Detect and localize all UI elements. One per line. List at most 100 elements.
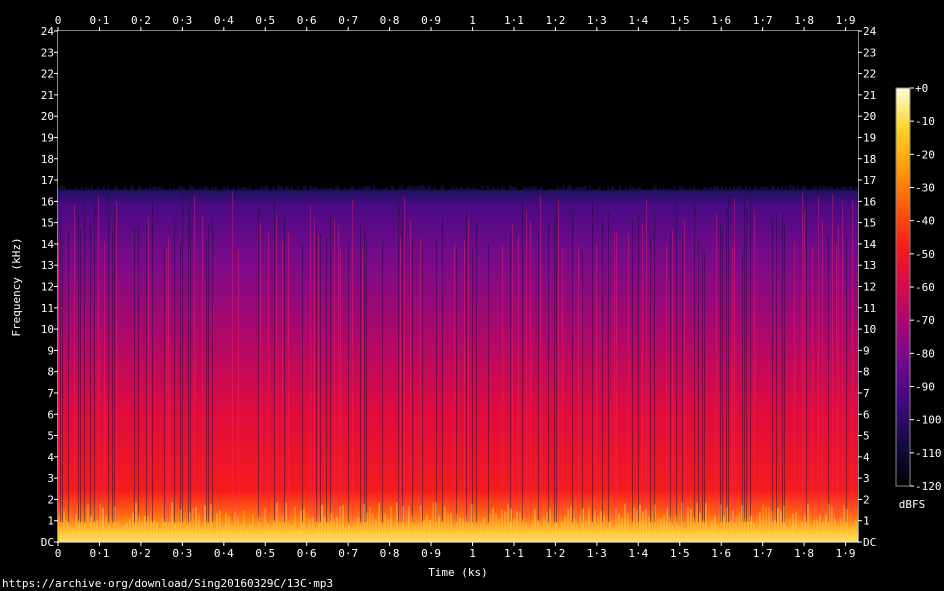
x-tick-label-top: 1·9 [836,14,856,27]
y-tick-label-right: 11 [863,302,876,315]
y-tick-label-right: 5 [863,430,870,443]
x-tick-label-bottom: 1·3 [587,547,607,560]
x-tick-label-top: 0·1 [90,14,110,27]
x-tick-label-top: 0·9 [421,14,441,27]
x-tick-label-bottom: 0·8 [380,547,400,560]
y-tick-label-left: 7 [47,387,54,400]
x-tick-label-top: 1·1 [504,14,524,27]
y-tick-label-left: 24 [41,25,55,38]
x-tick-label-bottom: 1·9 [836,547,856,560]
y-tick-label-right: 20 [863,110,876,123]
x-tick-label-top: 1·2 [545,14,565,27]
x-axis-bottom: 0 0·1 0·2 0·3 0·4 0·5 0·6 0·7 0·8 0·9 1 1·1 1·2 1·3 1·… [55,542,856,560]
y-tick-label-right: 14 [863,238,877,251]
x-tick-label-top: 0·6 [297,14,317,27]
y-tick-label-right: 15 [863,217,876,230]
colorbar-tick-label: -70 [915,314,935,327]
colorbar-tick-label: -80 [915,347,935,360]
y-tick-label-right: 24 [863,25,877,38]
x-tick-label-bottom: 1·8 [794,547,814,560]
y-tick-label-right: 22 [863,68,876,81]
x-tick-label-bottom: 0·6 [297,547,317,560]
y-tick-label-right: 1 [863,515,870,528]
x-tick-label-top: 1·6 [711,14,731,27]
x-tick-label-bottom: 0·5 [255,547,275,560]
y-tick-label-left: 1 [47,515,54,528]
y-tick-label-right: 7 [863,387,870,400]
x-tick-label-top: 0·7 [338,14,358,27]
x-tick-label-top: 0·4 [214,14,234,27]
x-tick-label-top: 0·5 [255,14,275,27]
x-tick-label-top: 0·8 [380,14,400,27]
colorbar-tick-label: -120 [915,480,942,493]
x-tick-label-bottom: 1·6 [711,547,731,560]
y-tick-label-left: 17 [41,174,54,187]
x-tick-label-top: 1·4 [628,14,648,27]
colorbar-tick-label: -90 [915,381,935,394]
colorbar [895,87,911,487]
colorbar-tick-label: -100 [915,414,942,427]
y-tick-label-left: 3 [47,472,54,485]
colorbar-tick-label: -30 [915,182,935,195]
x-tick-label-bottom: 0·2 [131,547,151,560]
y-tick-label-right: 12 [863,281,876,294]
x-tick-label-bottom: 1·2 [545,547,565,560]
spectrogram-chart: 0 0·1 0·2 0·3 0·4 0·5 0·6 0·7 0·8 0·9 1 1·1 1·2 1·3 1·… [10,14,942,579]
y-tick-label-left: 14 [41,238,55,251]
colorbar-tick-label: +0 [915,82,928,95]
colorbar-tick-label: -20 [915,148,935,161]
y-tick-label-right: 16 [863,195,876,208]
x-tick-label-top: 1·8 [794,14,814,27]
y-tick-label-right: 23 [863,46,876,59]
y-tick-label-right: 8 [863,366,870,379]
y-tick-label-left: 6 [47,408,54,421]
x-tick-label-bottom: 1 [469,547,476,560]
y-tick-label-left: 15 [41,217,54,230]
y-tick-label-right: 3 [863,472,870,485]
source-url: https://archive·org/download/Sing2016032… [2,577,334,590]
x-tick-label-bottom: 1·7 [753,547,773,560]
y-tick-label-left: DC [41,536,54,549]
y-tick-label-left: 18 [41,153,54,166]
x-tick-label-top: 0·3 [172,14,192,27]
y-tick-label-left: 10 [41,323,54,336]
y-axis-left: DC12345678910111213141516171819202122232… [41,25,58,549]
y-tick-label-left: 16 [41,195,54,208]
y-tick-label-left: 12 [41,281,54,294]
x-tick-label-top: 1·5 [670,14,690,27]
y-tick-label-left: 22 [41,68,54,81]
y-tick-label-left: 11 [41,302,54,315]
colorbar-tick-label: -60 [915,281,935,294]
x-tick-label-bottom: 0·4 [214,547,234,560]
x-tick-label-bottom: 0·7 [338,547,358,560]
y-tick-label-right: 21 [863,89,876,102]
colorbar-tick-label: -40 [915,215,935,228]
y-tick-label-left: 5 [47,430,54,443]
y-tick-label-right: DC [863,536,876,549]
x-tick-label-bottom: 0 [55,547,62,560]
colorbar-tick-label: -50 [915,248,935,261]
y-tick-label-right: 13 [863,259,876,272]
y-tick-label-right: 10 [863,323,876,336]
x-tick-label-bottom: 1·5 [670,547,690,560]
y-tick-label-right: 19 [863,131,876,144]
x-tick-label-bottom: 0·1 [90,547,110,560]
colorbar-ticks: +0 -10 -20 -30 -40 -50 -60 -70 -80 -90 -100 -110 -12… [910,82,942,493]
x-tick-label-top: 0 [55,14,62,27]
x-axis-title: Time (ks) [428,566,488,579]
y-tick-label-left: 4 [47,451,54,464]
x-axis-top: 0 0·1 0·2 0·3 0·4 0·5 0·6 0·7 0·8 0·9 1 1·1 1·2 1·3 1·… [55,14,856,31]
colorbar-label: dBFS [899,498,926,511]
y-tick-label-left: 23 [41,46,54,59]
y-axis-right: DC12345678910111213141516171819202122232… [858,25,877,549]
y-tick-label-left: 9 [47,344,54,357]
colorbar-tick-label: -110 [915,447,942,460]
y-tick-label-left: 8 [47,366,54,379]
x-tick-label-top: 1·3 [587,14,607,27]
x-tick-label-bottom: 1·4 [628,547,648,560]
x-tick-label-bottom: 0·9 [421,547,441,560]
x-tick-label-top: 1·7 [753,14,773,27]
y-tick-label-left: 20 [41,110,54,123]
y-axis-title: Frequency (kHz) [10,237,23,336]
spectrogram-base [58,31,858,542]
